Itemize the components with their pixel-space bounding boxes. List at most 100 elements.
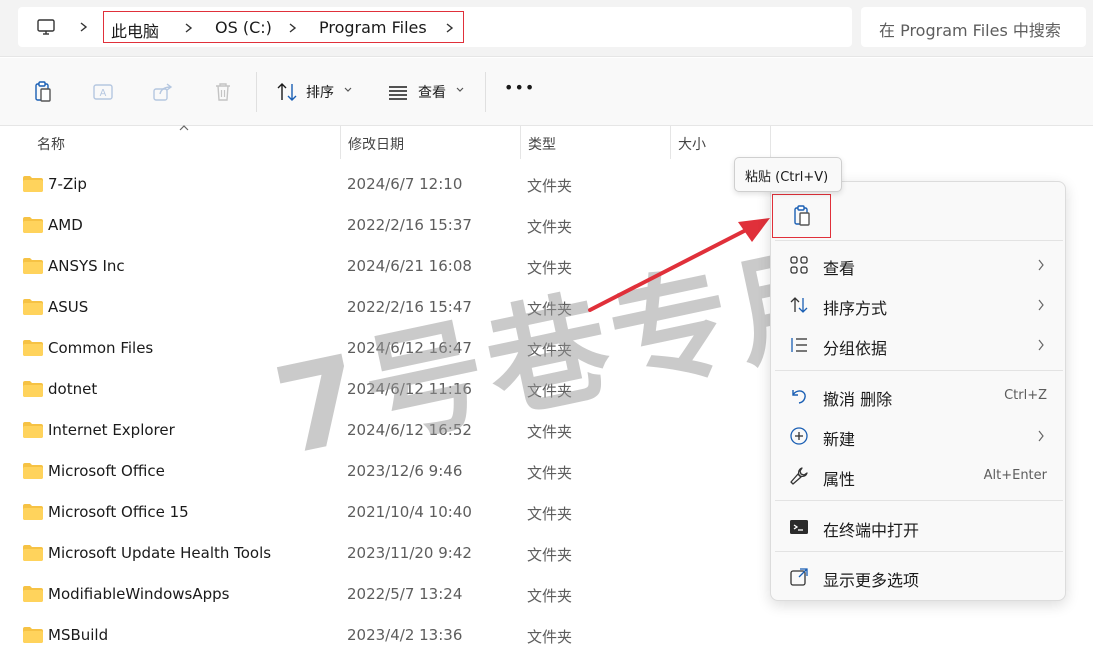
breadcrumb-this-pc[interactable]: 此电脑: [111, 18, 159, 42]
chevron-right-icon[interactable]: [181, 18, 197, 38]
table-row[interactable]: Common Files 2024/6/12 16:47 文件夹: [0, 328, 770, 369]
file-type: 文件夹: [527, 423, 573, 441]
table-row[interactable]: 7-Zip 2024/6/7 12:10 文件夹: [0, 164, 770, 205]
toolbar-divider: [256, 72, 257, 112]
menu-item-new[interactable]: 新建: [771, 417, 1067, 455]
menu-divider: [775, 551, 1063, 552]
chevron-right-icon[interactable]: [285, 18, 301, 38]
file-name: ANSYS Inc: [48, 257, 125, 275]
address-bar[interactable]: 此电脑 OS (C:) Program Files: [18, 7, 852, 47]
menu-item-open-in-terminal[interactable]: 在终端中打开: [771, 508, 1067, 546]
file-name: MSBuild: [48, 626, 109, 644]
search-input[interactable]: 在 Program Files 中搜索: [861, 7, 1086, 47]
folder-icon: [23, 217, 43, 233]
chevron-down-icon[interactable]: [455, 85, 465, 95]
breadcrumb-os-c[interactable]: OS (C:): [215, 18, 272, 37]
table-row[interactable]: Microsoft Update Health Tools 2023/11/20…: [0, 533, 770, 574]
file-name: AMD: [48, 216, 83, 234]
delete-icon[interactable]: [211, 80, 235, 104]
column-header-name[interactable]: 名称: [29, 126, 340, 159]
folder-icon: [23, 627, 43, 643]
folder-icon: [23, 176, 43, 192]
file-type: 文件夹: [527, 505, 573, 523]
svg-text:A: A: [100, 88, 107, 99]
more-options-icon: [790, 568, 808, 586]
menu-item-group-by[interactable]: 分组依据: [771, 326, 1067, 364]
table-row[interactable]: dotnet 2024/6/12 11:16 文件夹: [0, 369, 770, 410]
menu-item-properties[interactable]: 属性 Alt+Enter: [771, 457, 1067, 495]
chevron-right-icon: [1038, 430, 1044, 442]
file-date: 2024/6/12 16:47: [347, 339, 472, 357]
file-type: 文件夹: [527, 464, 573, 482]
table-row[interactable]: Microsoft Office 15 2021/10/4 10:40 文件夹: [0, 492, 770, 533]
search-placeholder: 在 Program Files 中搜索: [879, 21, 1061, 40]
group-icon: [791, 338, 807, 352]
file-date: 2023/11/20 9:42: [347, 544, 472, 562]
menu-divider: [775, 240, 1063, 241]
chevron-down-icon[interactable]: [343, 85, 353, 95]
file-type: 文件夹: [527, 587, 573, 605]
menu-divider: [775, 500, 1063, 501]
folder-icon: [23, 422, 43, 438]
rename-icon[interactable]: A: [91, 80, 115, 104]
table-row[interactable]: ModifiableWindowsApps 2022/5/7 13:24 文件夹: [0, 574, 770, 615]
table-row[interactable]: Internet Explorer 2024/6/12 16:52 文件夹: [0, 410, 770, 451]
file-date: 2022/2/16 15:47: [347, 298, 472, 316]
menu-item-undo-delete[interactable]: 撤消 删除 Ctrl+Z: [771, 377, 1067, 415]
file-name: 7-Zip: [48, 175, 87, 193]
chevron-right-icon: [1038, 339, 1044, 351]
more-options-button[interactable]: •••: [504, 78, 535, 97]
file-type: 文件夹: [527, 341, 573, 359]
column-divider[interactable]: [770, 126, 771, 159]
file-date: 2024/6/12 11:16: [347, 380, 472, 398]
menu-item-view[interactable]: 查看: [771, 246, 1067, 284]
computer-icon[interactable]: [36, 17, 56, 37]
chevron-right-icon: [1038, 299, 1044, 311]
view-button[interactable]: 查看: [418, 82, 446, 102]
menu-item-sort-by[interactable]: 排序方式: [771, 286, 1067, 324]
file-name: ModifiableWindowsApps: [48, 585, 230, 603]
table-row[interactable]: Microsoft Office 2023/12/6 9:46 文件夹: [0, 451, 770, 492]
chevron-right-icon: [1038, 259, 1044, 271]
chevron-right-icon[interactable]: [76, 17, 92, 37]
context-menu: 查看 排序方式 分组依据 撤消 删除 Ctrl+Z 新建 属性 Alt+Ente…: [770, 181, 1066, 601]
column-header-size[interactable]: 大小: [670, 126, 770, 159]
file-date: 2023/12/6 9:46: [347, 462, 463, 480]
menu-divider: [775, 370, 1063, 371]
annotation-arrow: [588, 218, 770, 312]
file-name: Internet Explorer: [48, 421, 175, 439]
file-type: 文件夹: [527, 259, 573, 277]
grid-icon: [790, 256, 808, 274]
sort-icon[interactable]: [275, 80, 299, 104]
paste-button[interactable]: [772, 194, 831, 238]
share-icon[interactable]: [151, 80, 175, 104]
folder-icon: [23, 463, 43, 479]
file-date: 2024/6/21 16:08: [347, 257, 472, 275]
chevron-right-icon[interactable]: [442, 18, 458, 38]
view-icon[interactable]: [386, 80, 410, 104]
sort-button[interactable]: 排序: [306, 82, 334, 102]
column-header-type[interactable]: 类型: [520, 126, 670, 159]
wrench-icon: [790, 467, 808, 485]
folder-icon: [23, 299, 43, 315]
toolbar-divider: [485, 72, 486, 112]
column-header-date[interactable]: 修改日期: [340, 126, 520, 159]
folder-icon: [23, 586, 43, 602]
file-date: 2022/5/7 13:24: [347, 585, 463, 603]
table-row[interactable]: MSBuild 2023/4/2 13:36 文件夹: [0, 615, 770, 652]
breadcrumb: 此电脑 OS (C:) Program Files: [103, 11, 464, 43]
breadcrumb-program-files[interactable]: Program Files: [319, 18, 427, 37]
file-name: dotnet: [48, 380, 98, 398]
file-date: 2023/4/2 13:36: [347, 626, 463, 644]
file-date: 2021/10/4 10:40: [347, 503, 472, 521]
file-date: 2024/6/7 12:10: [347, 175, 463, 193]
paste-icon[interactable]: [31, 80, 55, 104]
file-type: 文件夹: [527, 628, 573, 646]
file-type: 文件夹: [527, 546, 573, 564]
menu-item-show-more-options[interactable]: 显示更多选项: [771, 558, 1067, 596]
command-bar: A 排序 查看 •••: [0, 58, 1093, 126]
folder-icon: [23, 545, 43, 561]
terminal-icon: [790, 520, 808, 534]
undo-icon: [792, 390, 806, 404]
folder-icon: [23, 340, 43, 356]
